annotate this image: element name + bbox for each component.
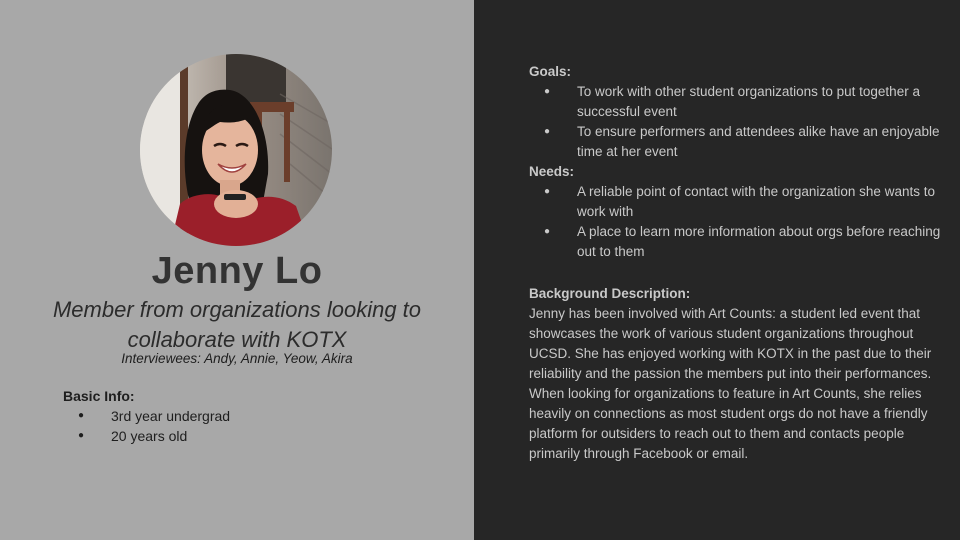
bullet-icon: ● xyxy=(544,86,551,97)
bullet-icon: ● xyxy=(544,226,551,237)
background-section: Background Description: Jenny has been i… xyxy=(529,284,944,464)
background-heading: Background Description: xyxy=(529,286,691,301)
bullet-icon: ● xyxy=(544,126,551,137)
needs-heading: Needs: xyxy=(529,164,575,179)
list-item: ● A place to learn more information abou… xyxy=(529,222,944,262)
bullet-icon: ● xyxy=(78,430,85,441)
list-item-text: To ensure performers and attendees alike… xyxy=(577,124,940,159)
basic-info-heading: Basic Info: xyxy=(63,388,135,404)
list-item-text: 20 years old xyxy=(111,428,188,444)
bullet-icon: ● xyxy=(78,410,85,421)
list-item-text: A place to learn more information about … xyxy=(577,224,941,259)
list-item-text: A reliable point of contact with the org… xyxy=(577,184,935,219)
profile-photo-icon xyxy=(140,54,332,246)
list-item-text: To work with other student organizations… xyxy=(577,84,920,119)
persona-name: Jenny Lo xyxy=(151,250,323,292)
goals-heading: Goals: xyxy=(529,64,572,79)
interviewees: Interviewees: Andy, Annie, Yeow, Akira xyxy=(121,351,353,366)
goals-list: ● To work with other student organizatio… xyxy=(529,82,944,162)
list-item: ● To work with other student organizatio… xyxy=(529,82,944,122)
basic-info-list: ● 3rd year undergrad ● 20 years old xyxy=(63,406,443,446)
persona-role: Member from organizations looking to col… xyxy=(52,297,422,352)
basic-info-section: Basic Info: ● 3rd year undergrad ● 20 ye… xyxy=(63,386,443,446)
list-item: ● A reliable point of contact with the o… xyxy=(529,182,944,222)
background-text: Jenny has been involved with Art Counts:… xyxy=(529,306,932,461)
list-item-text: 3rd year undergrad xyxy=(111,408,231,424)
list-item: ● 20 years old xyxy=(63,426,443,446)
avatar xyxy=(140,54,332,246)
bullet-icon: ● xyxy=(544,186,551,197)
needs-list: ● A reliable point of contact with the o… xyxy=(529,182,944,262)
list-item: ● To ensure performers and attendees ali… xyxy=(529,122,944,162)
list-item: ● 3rd year undergrad xyxy=(63,406,443,426)
goals-needs-section: Goals: ● To work with other student orga… xyxy=(529,62,944,262)
